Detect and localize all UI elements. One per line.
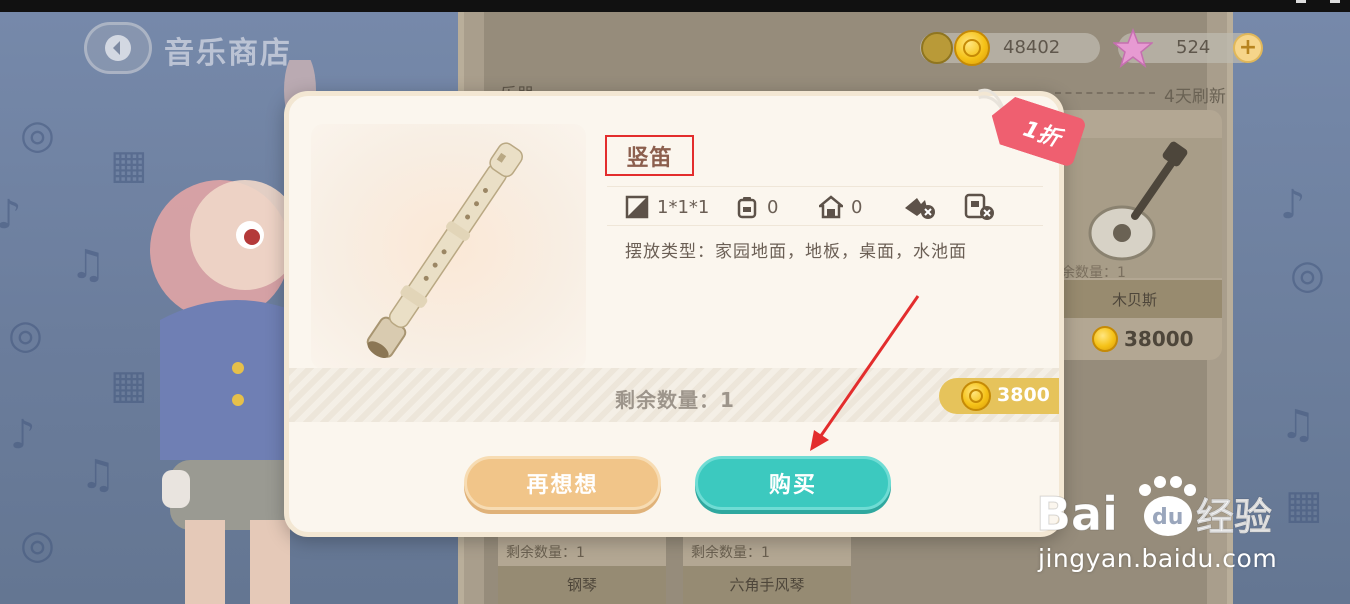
coin-amount: 48402 [1003, 37, 1061, 58]
music-note-deco-icon: ♫ [80, 452, 116, 498]
svg-text:du: du [1152, 505, 1183, 530]
drum-deco-icon: ◎ [8, 312, 43, 358]
refresh-countdown: 4天刷新 [1164, 87, 1226, 107]
item-preview [311, 124, 586, 369]
reconsider-button[interactable]: 再想想 [464, 456, 661, 510]
backpack-icon [737, 197, 757, 219]
svg-text:经验: 经验 [1196, 495, 1272, 539]
music-note-deco-icon: ♪ [1280, 182, 1306, 228]
item-price-value: 38000 [1124, 327, 1194, 351]
item-remaining: 剩余数量：1 [691, 545, 770, 561]
coin-icon [961, 381, 991, 411]
item-name: 竖笛 [626, 145, 673, 171]
no-gift-icon [905, 198, 935, 219]
storage-value: 0 [767, 196, 779, 218]
coin-icon [954, 30, 990, 66]
house-stat: 0 [819, 194, 862, 220]
music-note-deco-icon: ♪ [10, 412, 36, 458]
placement-type: 摆放类型：家园地面，地板，桌面，水池面 [625, 242, 967, 262]
item-name-bar: 木贝斯 [1047, 280, 1222, 318]
music-note-deco-icon: ♫ [1280, 402, 1316, 448]
coin-icon [1092, 326, 1118, 352]
gift-deco-icon: ▦ [110, 142, 148, 188]
house-value: 0 [851, 196, 863, 218]
drum-deco-icon: ◎ [20, 522, 55, 568]
chevron-left-icon [105, 35, 131, 61]
star-icon [1113, 28, 1153, 68]
item-name: 木贝斯 [1111, 290, 1157, 309]
drum-deco-icon: ◎ [1290, 252, 1325, 298]
close-icon[interactable] [1330, 0, 1340, 3]
no-trade-icon [964, 193, 994, 220]
storage-stat: 0 [735, 194, 778, 220]
item-stats: 1*1*1 0 0 [607, 186, 1043, 226]
minimize-icon[interactable] [1296, 0, 1306, 3]
back-button[interactable] [84, 22, 152, 74]
discount-label: 1折 [1019, 116, 1064, 152]
size-value: 1*1*1 [657, 196, 710, 218]
window-top-bar [0, 0, 1350, 12]
gift-deco-icon: ▦ [110, 362, 148, 408]
price-tag: 3800 [939, 378, 1059, 414]
not-tradeable-stat [963, 193, 997, 220]
star-amount: 524 [1176, 37, 1211, 58]
svg-text:Bai: Bai [1036, 487, 1118, 541]
size-stat: 1*1*1 [625, 194, 709, 220]
add-currency-button[interactable]: + [1233, 33, 1263, 63]
item-remaining: 剩余数量：1 [506, 545, 585, 561]
item-name: 六角手风琴 [729, 576, 805, 594]
music-note-deco-icon: ♫ [70, 242, 106, 288]
shop-item-card-accordion[interactable]: 剩余数量：1 六角手风琴 [683, 530, 851, 604]
baidu-watermark: Bai du 经验 jingyan.baidu.com [1030, 472, 1330, 582]
item-purchase-dialog: 竖笛 1*1*1 0 0 摆放类型：家园地面，地板，桌面，水池面 剩余数量：1 … [284, 91, 1064, 537]
size-icon [625, 195, 649, 219]
item-price: 38000 [1092, 326, 1194, 352]
item-name: 钢琴 [566, 576, 597, 594]
shelf-divider [1055, 92, 1155, 94]
price-value: 3800 [997, 384, 1050, 406]
recorder-flute-icon [366, 142, 523, 358]
remaining-count: 剩余数量：1 [615, 388, 735, 412]
acorn-icon [921, 32, 953, 64]
baidu-logo: Bai du 经验 [1036, 476, 1273, 542]
house-icon [819, 195, 843, 219]
watermark-url: jingyan.baidu.com [1038, 544, 1278, 573]
buy-button[interactable]: 购买 [695, 456, 891, 510]
music-note-deco-icon: ♪ [0, 192, 22, 238]
not-giftable-stat [903, 194, 937, 220]
item-name-highlight: 竖笛 [605, 135, 694, 176]
shop-item-card-piano[interactable]: 剩余数量：1 钢琴 [498, 530, 666, 604]
remaining-bar: 剩余数量：1 3800 [289, 368, 1059, 422]
drum-deco-icon: ◎ [20, 112, 55, 158]
